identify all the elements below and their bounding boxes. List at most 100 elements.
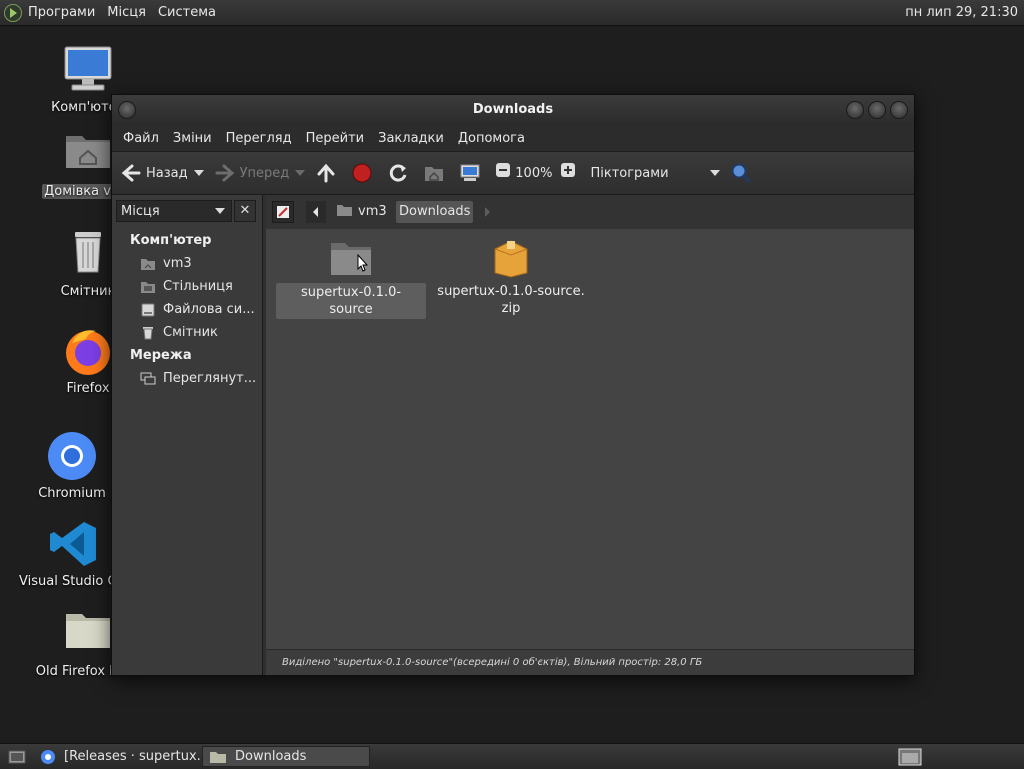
sidebar-item-label: Переглянут... [163,371,257,386]
zoom-in-button[interactable] [560,162,576,184]
back-arrow-icon [120,162,142,184]
edit-icon [277,206,289,218]
path-scroll-left-button[interactable] [306,201,326,223]
reload-button[interactable] [387,162,413,184]
view-mode-select[interactable]: Піктограми [590,166,721,181]
zoom-control: 100% [495,162,580,184]
computer-icon [459,162,481,184]
sidebar: Місця ✕ Комп'ютер vm3 Стільниця Файлова … [112,195,263,675]
crumb-downloads[interactable]: Downloads [396,201,474,223]
menubar: Файл Зміни Перегляд Перейти Закладки Доп… [112,125,914,151]
sidebar-item-label: vm3 [163,256,192,271]
sidebar-item-label: Смітник [163,325,218,340]
file-item-folder[interactable]: supertux-0.1.0-source [276,237,426,319]
menu-help[interactable]: Допомога [451,131,532,146]
trash-icon [140,326,156,340]
menu-bookmarks[interactable]: Закладки [371,131,451,146]
taskbar-item-chromium[interactable]: [Releases · supertux... [34,746,200,767]
menu-edit[interactable]: Зміни [166,131,219,146]
sidebar-item-desktop[interactable]: Стільниця [140,279,258,294]
chevron-left-icon [313,207,318,217]
trash-icon [62,228,114,280]
bottom-panel: [Releases · supertux... Downloads [0,743,1024,769]
places-menu[interactable]: Місця [101,0,152,25]
clock[interactable]: пн лип 29, 21:30 [905,5,1024,20]
chromium-icon [46,430,98,482]
menu-file[interactable]: Файл [116,131,166,146]
toggle-location-entry-button[interactable] [272,201,294,223]
sidebar-section-network: Мережа [130,348,192,363]
applications-menu[interactable]: Програми [0,0,101,25]
window-title: Downloads [472,102,554,117]
taskbar-item-downloads[interactable]: Downloads [202,746,370,767]
window-menu-button[interactable] [118,101,136,119]
home-folder-icon [423,162,445,184]
sidebar-item-vm3[interactable]: vm3 [140,256,258,271]
chevron-down-icon [215,208,225,214]
sidebar-item-trash[interactable]: Смітник [140,325,258,340]
file-name-line1: supertux-0.1.0-source. [437,284,585,299]
file-manager-window: Downloads Файл Зміни Перегляд Перейти За… [111,94,915,676]
sidebar-item-browse-network[interactable]: Переглянут... [140,371,258,386]
up-button[interactable] [315,162,341,184]
home-button[interactable] [423,162,449,184]
chevron-right-icon [485,207,490,217]
search-button[interactable] [730,162,756,184]
taskbar-item-label: Downloads [235,749,307,764]
sidebar-type-select[interactable]: Місця [116,200,232,222]
show-desktop-icon [8,750,26,763]
archive-icon [494,240,528,278]
maximize-button[interactable] [868,101,886,119]
computer-button[interactable] [459,162,485,184]
close-sidebar-button[interactable]: ✕ [234,200,256,222]
vscode-icon [48,518,100,570]
crumb-vm3-label: vm3 [358,204,387,219]
home-icon [337,205,352,216]
computer-icon [62,44,114,96]
forward-button[interactable]: Уперед [214,162,306,184]
toolbar: Назад Уперед 100% Піктограми [112,151,914,195]
back-button[interactable]: Назад [120,162,204,184]
sidebar-item-label: Стільниця [163,279,233,294]
desktop-icon [140,280,156,294]
system-menu[interactable]: Система [152,0,222,25]
view-mode-dropdown-icon [710,170,721,176]
search-icon [730,162,752,184]
workspace-icon [898,748,922,765]
sidebar-item-filesystem[interactable]: Файлова си... [140,302,258,317]
folder-icon [331,243,371,275]
network-icon [140,372,156,386]
forward-arrow-icon [214,162,236,184]
mate-logo-icon [4,3,22,22]
path-scroll-right-button[interactable] [482,201,498,223]
show-desktop-button[interactable] [2,746,30,767]
window-titlebar[interactable]: Downloads [112,95,914,125]
sidebar-type-value: Місця [121,203,160,219]
file-item-zip[interactable]: supertux-0.1.0-source. zip [436,237,586,317]
menu-go[interactable]: Перейти [299,131,372,146]
folder-icon [62,608,114,660]
forward-history-dropdown-icon[interactable] [295,170,306,176]
firefox-icon [62,325,114,377]
sidebar-item-label: Файлова си... [163,302,255,317]
home-icon [140,257,156,271]
zoom-out-button[interactable] [495,162,511,184]
zoom-level[interactable]: 100% [515,166,552,181]
back-history-dropdown-icon[interactable] [193,170,204,176]
forward-label: Уперед [239,165,290,181]
chromium-icon [41,749,55,764]
folder-icon [210,751,226,763]
file-name-line2: zip [501,301,521,316]
file-name: supertux-0.1.0-source [276,283,426,319]
crumb-vm3[interactable]: vm3 [336,201,387,223]
home-folder-icon [62,128,114,180]
applications-menu-label: Програми [28,5,96,20]
file-view[interactable]: supertux-0.1.0-source supertux-0.1.0-sou… [266,229,914,649]
menu-view[interactable]: Перегляд [219,131,299,146]
minimize-button[interactable] [846,101,864,119]
stop-button[interactable] [351,162,377,184]
sidebar-section-computer: Комп'ютер [130,233,212,248]
workspace-switcher[interactable] [892,746,922,767]
close-window-button[interactable] [890,101,908,119]
path-bar: vm3 Downloads [266,195,914,229]
